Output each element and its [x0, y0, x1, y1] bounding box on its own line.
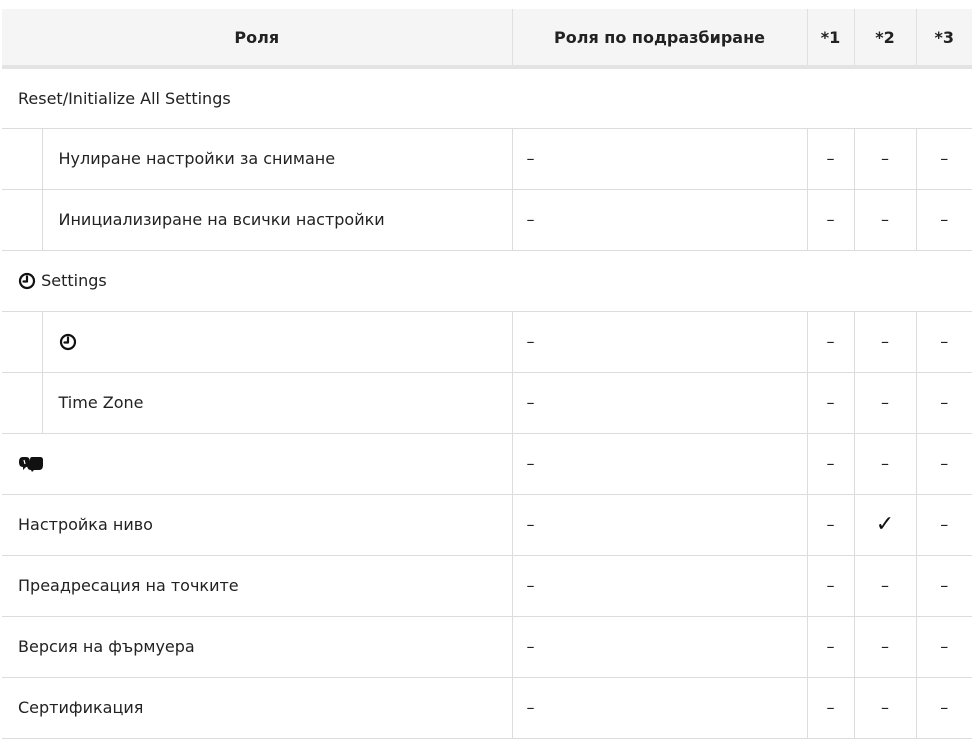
row-c1: –: [806, 311, 854, 373]
clock-icon: [59, 334, 76, 351]
header-c3: *3: [915, 9, 972, 69]
row-name: Time Zone: [41, 372, 512, 434]
indent-cell: [2, 189, 42, 251]
row-c1: –: [806, 677, 854, 739]
table-row: Преадресация на точките – – – –: [2, 555, 972, 617]
indent-cell: [2, 372, 42, 434]
row-c2: –: [853, 616, 916, 678]
table-row: – – – –: [2, 311, 972, 373]
row-name: [2, 433, 512, 495]
row-default: –: [511, 677, 807, 739]
row-c1: –: [806, 372, 854, 434]
row-c3: –: [915, 311, 972, 373]
row-c3: –: [915, 677, 972, 739]
row-c2: –: [853, 311, 916, 373]
row-name: Нулиране настройки за снимане: [41, 128, 512, 190]
language-icon: [19, 457, 43, 473]
settings-table: Роля Роля по подразбиране *1 *2 *3 Reset…: [2, 9, 972, 739]
row-c1: –: [806, 128, 854, 190]
row-name: Инициализиране на всички настройки: [41, 189, 512, 251]
row-default: –: [511, 128, 807, 190]
row-c1: –: [806, 189, 854, 251]
row-name: [41, 311, 512, 373]
row-c1: –: [806, 433, 854, 495]
section-title-reset: Reset/Initialize All Settings: [2, 67, 972, 129]
row-c3: –: [915, 616, 972, 678]
check-icon: ✓: [853, 494, 916, 556]
row-name: Преадресация на точките: [2, 555, 512, 617]
row-name: Настройка ниво: [2, 494, 512, 556]
row-default: –: [511, 189, 807, 251]
section-title-clock: Settings: [41, 270, 107, 290]
header-default-role: Роля по подразбиране: [511, 9, 807, 69]
row-default: –: [511, 433, 807, 495]
row-default: –: [511, 616, 807, 678]
indent-cell: [2, 128, 42, 190]
row-c1: –: [806, 494, 854, 556]
row-c3: –: [915, 372, 972, 434]
indent-cell: [2, 311, 42, 373]
table-row: Инициализиране на всички настройки – – –…: [2, 189, 972, 251]
row-default: –: [511, 311, 807, 373]
table-row: Нулиране настройки за снимане – – – –: [2, 128, 972, 190]
row-c2: –: [853, 189, 916, 251]
header-c2: *2: [853, 9, 916, 69]
section-row-reset: Reset/Initialize All Settings: [2, 67, 972, 129]
row-default: –: [511, 494, 807, 556]
row-c3: –: [915, 189, 972, 251]
row-c2: –: [853, 677, 916, 739]
row-default: –: [511, 372, 807, 434]
table-row: Версия на фърмуера – – – –: [2, 616, 972, 678]
table-row: Сертификация – – – –: [2, 677, 972, 739]
row-c1: –: [806, 616, 854, 678]
header-role: Роля: [2, 9, 512, 69]
header-c1: *1: [806, 9, 854, 69]
row-c2: –: [853, 555, 916, 617]
row-c3: –: [915, 555, 972, 617]
row-name: Версия на фърмуера: [2, 616, 512, 678]
row-c2: –: [853, 372, 916, 434]
clock-icon: [18, 273, 36, 290]
row-c2: –: [853, 128, 916, 190]
section-row-clock: Settings: [2, 250, 972, 312]
table-header-row: Роля Роля по подразбиране *1 *2 *3: [2, 9, 972, 69]
row-c3: –: [915, 494, 972, 556]
row-c1: –: [806, 555, 854, 617]
row-c3: –: [915, 433, 972, 495]
table-row: Настройка ниво – – ✓ –: [2, 494, 972, 556]
row-name: Сертификация: [2, 677, 512, 739]
row-default: –: [511, 555, 807, 617]
row-c2: –: [853, 433, 916, 495]
row-c3: –: [915, 128, 972, 190]
table-row: Time Zone – – – –: [2, 372, 972, 434]
table-row: – – – –: [2, 433, 972, 495]
